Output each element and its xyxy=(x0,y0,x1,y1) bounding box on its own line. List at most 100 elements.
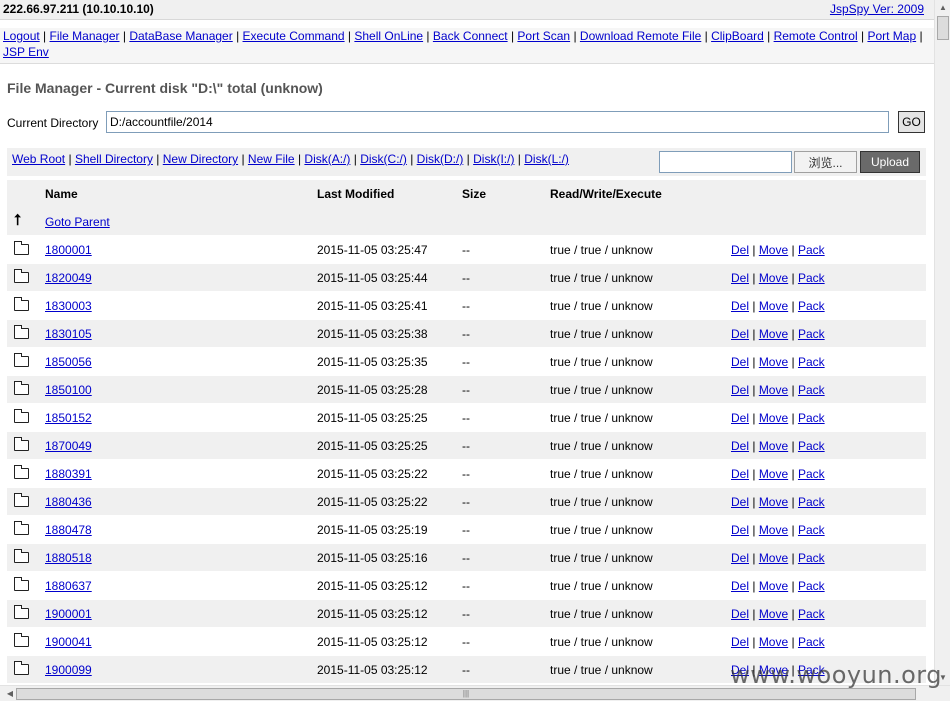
del-link[interactable]: Del xyxy=(731,355,749,369)
quick-link-shell-directory[interactable]: Shell Directory xyxy=(75,152,153,166)
move-link[interactable]: Move xyxy=(759,411,788,425)
folder-name-link[interactable]: 1850056 xyxy=(45,355,92,369)
quick-link-disk-l[interactable]: Disk(L:/) xyxy=(524,152,569,166)
move-link[interactable]: Move xyxy=(759,383,788,397)
quick-link-web-root[interactable]: Web Root xyxy=(12,152,65,166)
folder-name-link[interactable]: 1820049 xyxy=(45,271,92,285)
folder-name-link[interactable]: 1900099 xyxy=(45,663,92,677)
move-link[interactable]: Move xyxy=(759,551,788,565)
pack-link[interactable]: Pack xyxy=(798,327,825,341)
del-link[interactable]: Del xyxy=(731,523,749,537)
pack-link[interactable]: Pack xyxy=(798,523,825,537)
go-button[interactable]: GO xyxy=(898,111,925,133)
vertical-scrollbar[interactable]: ▲ ▼ xyxy=(934,0,950,685)
upload-button[interactable]: Upload xyxy=(860,151,920,173)
folder-name-link[interactable]: 1850100 xyxy=(45,383,92,397)
folder-name-link[interactable]: 1880518 xyxy=(45,551,92,565)
pack-link[interactable]: Pack xyxy=(798,467,825,481)
pack-link[interactable]: Pack xyxy=(798,635,825,649)
version-link[interactable]: JspSpy Ver: 2009 xyxy=(830,2,924,16)
quick-link-disk-c[interactable]: Disk(C:/) xyxy=(360,152,407,166)
pack-link[interactable]: Pack xyxy=(798,271,825,285)
menu-logout[interactable]: Logout xyxy=(3,29,40,43)
move-link[interactable]: Move xyxy=(759,439,788,453)
table-row: 1830105 2015-11-05 03:25:38 -- true / true … xyxy=(7,320,926,348)
move-link[interactable]: Move xyxy=(759,355,788,369)
del-link[interactable]: Del xyxy=(731,271,749,285)
menu-shell-online[interactable]: Shell OnLine xyxy=(354,29,423,43)
menu-port-scan[interactable]: Port Scan xyxy=(517,29,570,43)
del-link[interactable]: Del xyxy=(731,635,749,649)
pack-link[interactable]: Pack xyxy=(798,299,825,313)
scroll-up-icon[interactable]: ▲ xyxy=(935,3,950,12)
move-link[interactable]: Move xyxy=(759,523,788,537)
folder-icon xyxy=(14,325,30,340)
upload-file-field[interactable] xyxy=(659,151,792,173)
folder-name-link[interactable]: 1830003 xyxy=(45,299,92,313)
last-modified-cell: 2015-11-05 03:25:25 xyxy=(317,439,428,453)
action-separator: | xyxy=(788,355,798,369)
del-link[interactable]: Del xyxy=(731,439,749,453)
menu-database-manager[interactable]: DataBase Manager xyxy=(129,29,232,43)
browse-button[interactable]: 浏览... xyxy=(794,151,857,173)
move-link[interactable]: Move xyxy=(759,607,788,621)
menu-port-map[interactable]: Port Map xyxy=(867,29,916,43)
menu-jsp-env[interactable]: JSP Env xyxy=(3,45,49,59)
folder-name-link[interactable]: 1880637 xyxy=(45,579,92,593)
move-link[interactable]: Move xyxy=(759,299,788,313)
move-link[interactable]: Move xyxy=(759,467,788,481)
folder-name-link[interactable]: 1850152 xyxy=(45,411,92,425)
folder-name-link[interactable]: 1880436 xyxy=(45,495,92,509)
horizontal-scroll-thumb[interactable]: ||| xyxy=(16,688,916,700)
folder-name-link[interactable]: 1880478 xyxy=(45,523,92,537)
pack-link[interactable]: Pack xyxy=(798,243,825,257)
del-link[interactable]: Del xyxy=(731,327,749,341)
pack-link[interactable]: Pack xyxy=(798,551,825,565)
move-link[interactable]: Move xyxy=(759,495,788,509)
menu-file-manager[interactable]: File Manager xyxy=(50,29,120,43)
del-link[interactable]: Del xyxy=(731,467,749,481)
move-link[interactable]: Move xyxy=(759,327,788,341)
move-link[interactable]: Move xyxy=(759,579,788,593)
pack-link[interactable]: Pack xyxy=(798,439,825,453)
folder-name-link[interactable]: 1830105 xyxy=(45,327,92,341)
pack-link[interactable]: Pack xyxy=(798,383,825,397)
pack-link[interactable]: Pack xyxy=(798,607,825,621)
action-separator: | xyxy=(788,299,798,313)
vertical-scroll-thumb[interactable] xyxy=(937,16,949,40)
del-link[interactable]: Del xyxy=(731,495,749,509)
goto-parent-link[interactable]: Goto Parent xyxy=(45,215,110,229)
quick-link-new-file[interactable]: New File xyxy=(248,152,295,166)
menu-clipboard[interactable]: ClipBoard xyxy=(711,29,764,43)
menu-download-remote-file[interactable]: Download Remote File xyxy=(580,29,701,43)
current-directory-input[interactable] xyxy=(106,111,889,133)
quick-link-disk-a[interactable]: Disk(A:/) xyxy=(304,152,350,166)
folder-name-link[interactable]: 1900001 xyxy=(45,607,92,621)
folder-name-link[interactable]: 1870049 xyxy=(45,439,92,453)
move-link[interactable]: Move xyxy=(759,635,788,649)
del-link[interactable]: Del xyxy=(731,243,749,257)
folder-name-link[interactable]: 1800001 xyxy=(45,243,92,257)
folder-name-link[interactable]: 1880391 xyxy=(45,467,92,481)
quick-link-disk-i[interactable]: Disk(I:/) xyxy=(473,152,514,166)
pack-link[interactable]: Pack xyxy=(798,495,825,509)
move-link[interactable]: Move xyxy=(759,271,788,285)
del-link[interactable]: Del xyxy=(731,383,749,397)
del-link[interactable]: Del xyxy=(731,299,749,313)
move-link[interactable]: Move xyxy=(759,243,788,257)
del-link[interactable]: Del xyxy=(731,579,749,593)
pack-link[interactable]: Pack xyxy=(798,355,825,369)
del-link[interactable]: Del xyxy=(731,551,749,565)
last-modified-cell: 2015-11-05 03:25:25 xyxy=(317,411,428,425)
del-link[interactable]: Del xyxy=(731,607,749,621)
quick-link-disk-d[interactable]: Disk(D:/) xyxy=(417,152,464,166)
menu-remote-control[interactable]: Remote Control xyxy=(774,29,858,43)
folder-name-link[interactable]: 1900041 xyxy=(45,635,92,649)
pack-link[interactable]: Pack xyxy=(798,411,825,425)
quick-link-new-directory[interactable]: New Directory xyxy=(163,152,238,166)
menu-execute-command[interactable]: Execute Command xyxy=(243,29,345,43)
pack-link[interactable]: Pack xyxy=(798,579,825,593)
menu-separator: | xyxy=(763,29,774,43)
del-link[interactable]: Del xyxy=(731,411,749,425)
menu-back-connect[interactable]: Back Connect xyxy=(433,29,508,43)
